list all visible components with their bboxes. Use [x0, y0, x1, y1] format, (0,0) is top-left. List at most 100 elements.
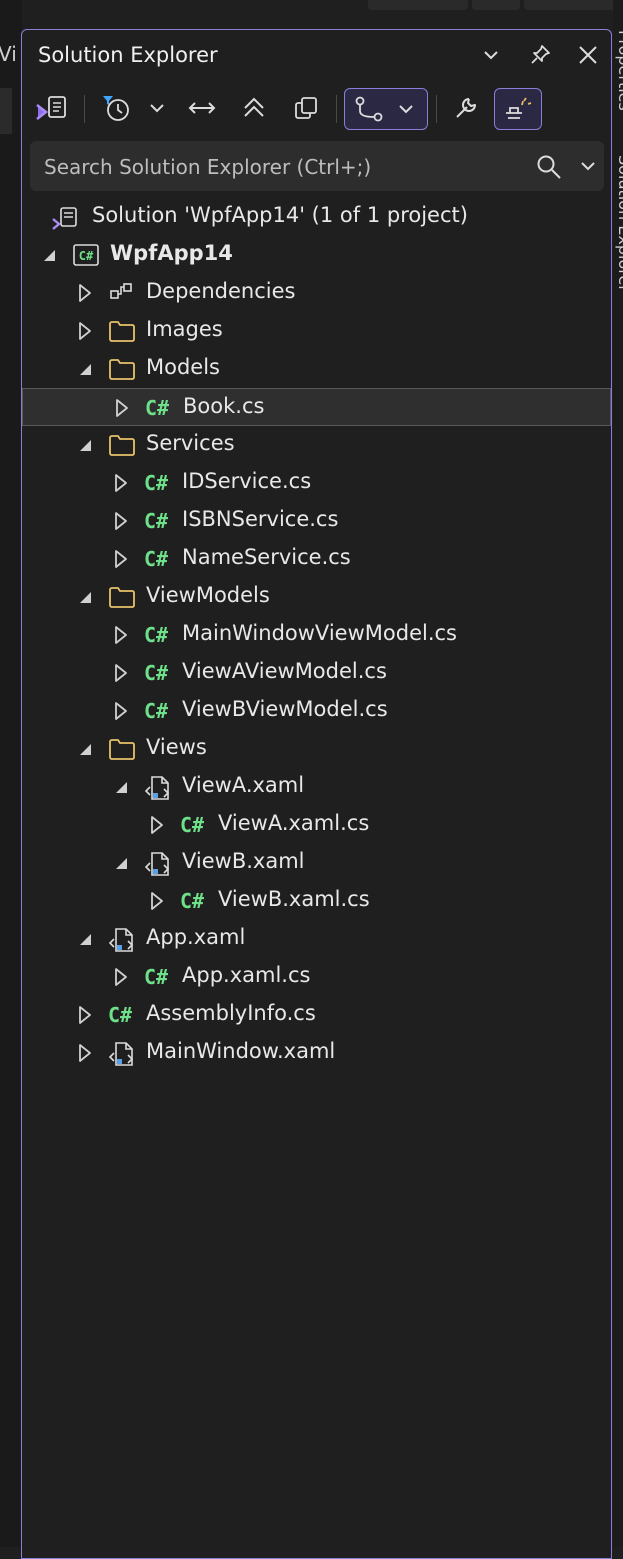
tree-item-label: Dependencies — [146, 279, 296, 303]
tree-row[interactable]: C# App.xaml.cs — [22, 958, 611, 996]
tree-item-label: Solution 'WpfApp14' (1 of 1 project) — [92, 203, 468, 227]
csharp-file-icon: C# — [144, 471, 169, 495]
panel-title: Solution Explorer — [38, 43, 218, 67]
expanded-triangle-icon[interactable] — [76, 929, 94, 949]
tree-item-label: Images — [146, 317, 223, 341]
left-editor-block — [0, 88, 12, 134]
collapsed-triangle-icon[interactable] — [112, 549, 130, 569]
collapsed-triangle-icon[interactable] — [112, 473, 130, 493]
collapsed-triangle-icon[interactable] — [112, 663, 130, 683]
tree-row[interactable]: MainWindow.xaml — [22, 1034, 611, 1072]
sync-arrows-icon[interactable] — [182, 88, 222, 128]
collapsed-triangle-icon[interactable] — [76, 283, 94, 303]
tree-item-label: Services — [146, 431, 235, 455]
collapsed-triangle-icon[interactable] — [76, 321, 94, 341]
tree-row[interactable]: App.xaml — [22, 920, 611, 958]
collapsed-triangle-icon[interactable] — [113, 398, 131, 418]
tree-item-label: ViewBViewModel.cs — [182, 697, 388, 721]
solution-icon — [50, 205, 78, 230]
pending-changes-filter-icon[interactable] — [96, 88, 136, 128]
tree-row[interactable]: ViewModels — [22, 578, 611, 616]
csharp-file-icon: C# — [180, 889, 205, 913]
folder-icon — [108, 585, 136, 609]
expanded-triangle-icon[interactable] — [76, 435, 94, 455]
collapse-all-icon[interactable] — [234, 88, 274, 128]
toolbar-separator — [336, 95, 337, 123]
tree-row[interactable]: ViewA.xaml — [22, 768, 611, 806]
tree-row[interactable]: Services — [22, 426, 611, 464]
chevron-down-icon[interactable] — [478, 42, 504, 68]
tree-row[interactable]: C# IDService.cs — [22, 464, 611, 502]
left-tab-fragment[interactable]: Vi — [0, 42, 17, 66]
collapsed-triangle-icon[interactable] — [148, 815, 166, 835]
tree-item-label: Models — [146, 355, 220, 379]
right-tab-strip: Properties Solution Explorer — [613, 0, 623, 1547]
tree-item-label: ISBNService.cs — [182, 507, 339, 531]
tree-item-label: ViewA.xaml.cs — [218, 811, 370, 835]
tree-row[interactable]: Images — [22, 312, 611, 350]
collapsed-triangle-icon[interactable] — [112, 967, 130, 987]
properties-wrench-icon[interactable] — [446, 88, 486, 128]
expanded-triangle-icon[interactable] — [76, 359, 94, 379]
tree-item-label: WpfApp14 — [110, 241, 233, 265]
tree-row[interactable]: Dependencies — [22, 274, 611, 312]
tree-row[interactable]: C# ViewB.xaml.cs — [22, 882, 611, 920]
expanded-triangle-icon[interactable] — [76, 587, 94, 607]
git-branch-dropdown[interactable] — [344, 88, 428, 130]
csharp-file-icon: C# — [180, 813, 205, 837]
tree-row[interactable]: C# ViewBViewModel.cs — [22, 692, 611, 730]
tree-row[interactable]: C# Book.cs — [22, 388, 611, 426]
csharp-file-icon: C# — [144, 623, 169, 647]
svg-text:C#: C# — [79, 249, 94, 263]
csharp-file-icon: C# — [144, 965, 169, 989]
collapsed-triangle-icon[interactable] — [112, 511, 130, 531]
csharp-file-icon: C# — [145, 396, 170, 420]
top-tab-3[interactable] — [524, 0, 623, 10]
collapsed-triangle-icon[interactable] — [76, 1005, 94, 1025]
pin-icon[interactable] — [527, 42, 553, 68]
expanded-triangle-icon[interactable] — [40, 245, 58, 265]
collapsed-triangle-icon[interactable] — [76, 1043, 94, 1063]
csharp-file-icon: C# — [144, 547, 169, 571]
csharp-file-icon: C# — [144, 509, 169, 533]
tree-row[interactable]: C# ViewAViewModel.cs — [22, 654, 611, 692]
tree-row[interactable]: Models — [22, 350, 611, 388]
chevron-down-icon[interactable] — [142, 88, 172, 128]
tree-item-label: ViewModels — [146, 583, 270, 607]
tree-row[interactable]: Solution 'WpfApp14' (1 of 1 project) — [22, 198, 611, 236]
search-options-chevron-icon[interactable] — [577, 155, 599, 177]
toolbar-separator — [84, 95, 85, 123]
top-tab-1[interactable] — [368, 0, 468, 10]
top-tab-strip — [360, 0, 623, 12]
csharp-file-icon: C# — [108, 1003, 133, 1027]
panel-toolbar — [22, 85, 611, 135]
collapsed-triangle-icon[interactable] — [112, 625, 130, 645]
tree-row[interactable]: C# ISBNService.cs — [22, 502, 611, 540]
preview-selected-icon[interactable] — [494, 88, 542, 130]
vs-solution-icon[interactable] — [32, 88, 72, 128]
tree-row[interactable]: C# ViewA.xaml.cs — [22, 806, 611, 844]
collapsed-triangle-icon[interactable] — [148, 891, 166, 911]
collapsed-triangle-icon[interactable] — [112, 701, 130, 721]
tree-row[interactable]: C# MainWindowViewModel.cs — [22, 616, 611, 654]
top-tab-2[interactable] — [472, 0, 520, 10]
search-box[interactable] — [30, 141, 604, 191]
search-input[interactable] — [42, 153, 516, 181]
right-tab-properties[interactable]: Properties — [615, 30, 623, 111]
tree-row[interactable]: C# AssemblyInfo.cs — [22, 996, 611, 1034]
right-tab-solution-explorer[interactable]: Solution Explorer — [615, 155, 623, 292]
xaml-file-icon — [108, 1041, 136, 1066]
copy-icon[interactable] — [286, 88, 326, 128]
tree-row[interactable]: C# NameService.cs — [22, 540, 611, 578]
tree-row[interactable]: Views — [22, 730, 611, 768]
close-icon[interactable] — [575, 42, 601, 68]
folder-icon — [108, 433, 136, 457]
tree-row[interactable]: ViewB.xaml — [22, 844, 611, 882]
expanded-triangle-icon[interactable] — [112, 853, 130, 873]
tree-row[interactable]: C# WpfApp14 — [22, 236, 611, 274]
search-icon[interactable] — [535, 153, 563, 181]
expanded-triangle-icon[interactable] — [112, 777, 130, 797]
tree-item-label: Book.cs — [183, 394, 265, 418]
tree-item-label: NameService.cs — [182, 545, 351, 569]
expanded-triangle-icon[interactable] — [76, 739, 94, 759]
